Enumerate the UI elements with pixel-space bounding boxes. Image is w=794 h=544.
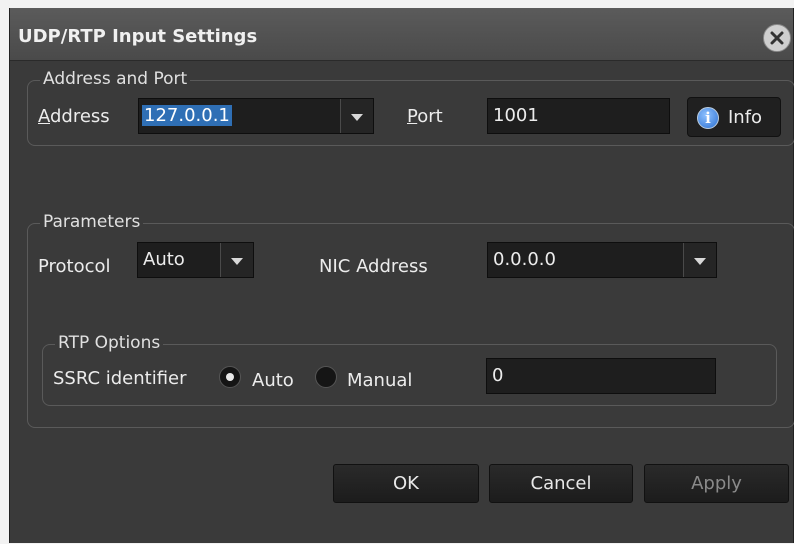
address-label-mnemonic: A [38, 106, 50, 127]
close-button[interactable] [763, 24, 791, 52]
title-bar: UDP/RTP Input Settings [10, 8, 793, 61]
nic-address-value: 0.0.0.0 [493, 249, 556, 270]
port-label: Port [407, 106, 443, 127]
info-button-label: Info [728, 107, 763, 128]
close-icon [770, 31, 784, 45]
rtp-options-group-label: RTP Options [55, 333, 164, 353]
port-label-text: ort [417, 106, 443, 127]
protocol-value: Auto [143, 249, 185, 270]
ssrc-identifier-label: SSRC identifier [53, 368, 187, 389]
apply-button[interactable]: Apply [644, 464, 789, 503]
address-label-text: ddress [50, 106, 110, 127]
address-value: 127.0.0.1 [142, 105, 232, 126]
protocol-dropdown-button[interactable] [220, 243, 253, 277]
address-dropdown-button[interactable] [340, 99, 373, 133]
radio-manual-label[interactable]: Manual [347, 370, 412, 391]
protocol-label: Protocol [38, 256, 111, 277]
nic-address-dropdown-button[interactable] [683, 243, 716, 277]
radio-auto[interactable] [219, 366, 241, 388]
cancel-button-label: Cancel [530, 473, 592, 494]
info-button[interactable]: i Info [687, 97, 781, 137]
cancel-button[interactable]: Cancel [489, 464, 633, 503]
port-input[interactable]: 1001 [487, 98, 670, 134]
port-label-mnemonic: P [407, 106, 418, 127]
address-combobox[interactable]: 127.0.0.1 [138, 98, 374, 134]
dialog-title: UDP/RTP Input Settings [18, 26, 258, 47]
nic-address-label: NIC Address [319, 256, 428, 277]
port-value: 1001 [493, 105, 539, 126]
ok-button[interactable]: OK [333, 464, 479, 503]
address-port-group-label: Address and Port [40, 69, 191, 89]
radio-manual[interactable] [315, 366, 337, 388]
protocol-combobox[interactable]: Auto [137, 242, 254, 278]
address-label: Address [38, 106, 110, 127]
settings-dialog: UDP/RTP Input Settings Address and Port … [9, 8, 794, 543]
ssrc-value: 0 [492, 365, 504, 386]
apply-button-label: Apply [691, 473, 742, 494]
nic-address-combobox[interactable]: 0.0.0.0 [487, 242, 717, 278]
radio-auto-label[interactable]: Auto [252, 370, 294, 391]
parameters-group-label: Parameters [40, 212, 144, 232]
info-icon: i [697, 107, 719, 129]
ssrc-input[interactable]: 0 [486, 358, 716, 394]
ok-button-label: OK [393, 473, 419, 494]
